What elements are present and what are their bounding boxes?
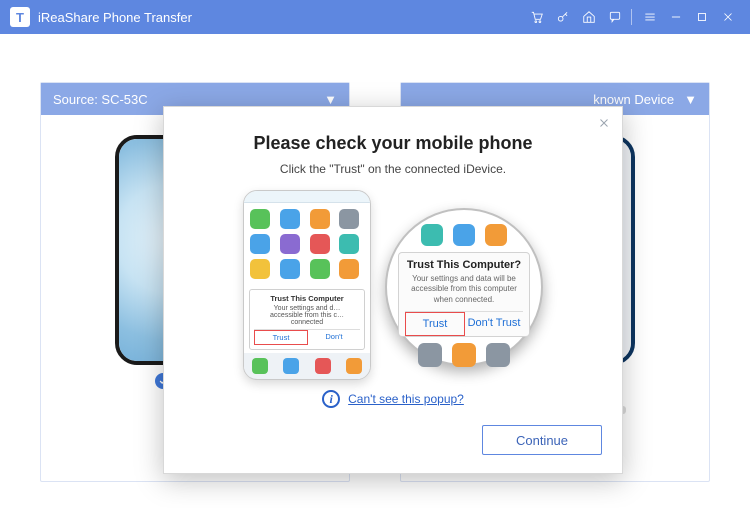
maximize-icon[interactable]	[690, 5, 714, 29]
chevron-down-icon: ▼	[684, 92, 697, 107]
key-icon[interactable]	[551, 5, 575, 29]
mini-phone-mock: Trust This Computer Your settings and d……	[243, 190, 371, 380]
zoom-dont-trust-button: Don't Trust	[465, 312, 523, 336]
zoom-alert-title: Trust This Computer?	[405, 259, 523, 271]
home-icon[interactable]	[577, 5, 601, 29]
titlebar: T iReaShare Phone Transfer	[0, 0, 750, 34]
zoom-alert-body: Your settings and data will be accessibl…	[405, 274, 523, 305]
source-label: Source: SC-53C	[53, 92, 148, 107]
menu-icon[interactable]	[638, 5, 662, 29]
help-link[interactable]: Can't see this popup?	[348, 392, 464, 406]
minimize-icon[interactable]	[664, 5, 688, 29]
zoom-alert: Trust This Computer? Your settings and d…	[398, 252, 530, 337]
close-icon[interactable]	[716, 5, 740, 29]
modal-title: Please check your mobile phone	[164, 133, 622, 154]
feedback-icon[interactable]	[603, 5, 627, 29]
help-row: i Can't see this popup?	[164, 390, 622, 408]
destination-label: known Device	[593, 92, 674, 107]
mini-dont: Don't	[308, 330, 360, 345]
mini-alert: Trust This Computer Your settings and d……	[249, 289, 365, 350]
cart-icon[interactable]	[525, 5, 549, 29]
mini-alert-title: Trust This Computer	[254, 294, 360, 303]
workspace: Source: SC-53C ▼ Connected known Device …	[0, 34, 750, 508]
zoom-trust-button: Trust	[405, 312, 465, 336]
mini-alert-body: Your settings and d…accessible from this…	[254, 305, 360, 326]
modal-subtitle: Click the "Trust" on the connected iDevi…	[164, 162, 622, 176]
chevron-down-icon: ▼	[324, 92, 337, 107]
modal-close-button[interactable]	[594, 113, 614, 133]
trust-illustration: Trust This Computer Your settings and d……	[243, 190, 543, 380]
app-logo: T	[10, 7, 30, 27]
trust-modal: Please check your mobile phone Click the…	[163, 106, 623, 474]
titlebar-separator	[631, 9, 632, 25]
mini-trust: Trust	[254, 330, 308, 345]
continue-button[interactable]: Continue	[482, 425, 602, 455]
zoom-circle: Trust This Computer? Your settings and d…	[385, 208, 543, 366]
app-title: iReaShare Phone Transfer	[38, 10, 192, 25]
info-icon: i	[322, 390, 340, 408]
